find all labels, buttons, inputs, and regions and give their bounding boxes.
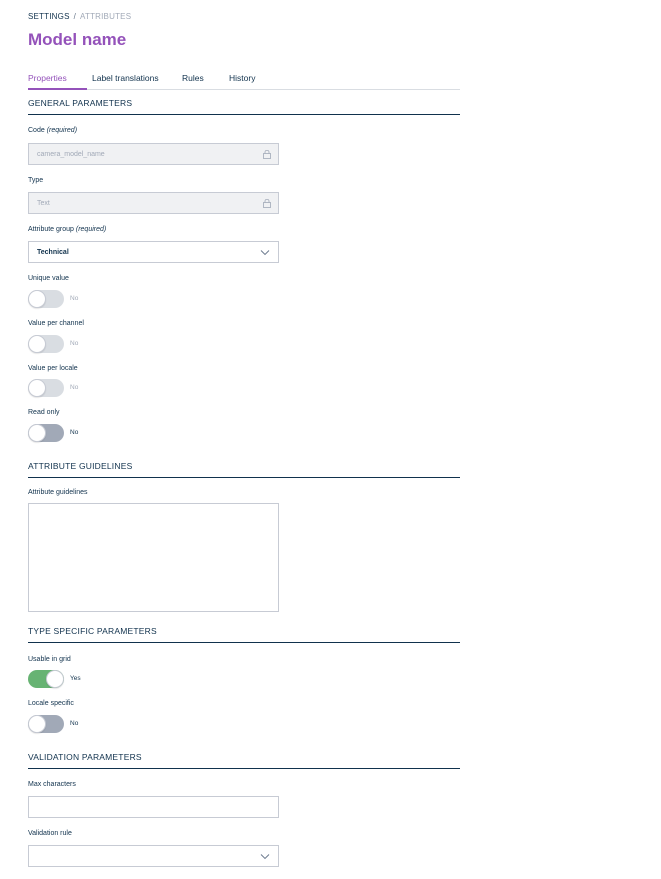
tab-rules[interactable]: Rules — [182, 73, 204, 90]
attribute-group-value: Technical — [37, 248, 69, 256]
toggle-knob — [28, 379, 46, 397]
unique-value-toggle[interactable] — [28, 290, 64, 308]
section-validation-parameters: Validation parameters — [28, 751, 460, 769]
attribute-group-label: Attribute group (required) — [28, 226, 107, 233]
section-type-specific-parameters: Type specific parameters — [28, 625, 460, 643]
value-per-locale-toggle[interactable] — [28, 379, 64, 397]
usable-in-grid-toggle[interactable] — [28, 670, 64, 688]
tab-properties[interactable]: Properties — [28, 73, 87, 90]
locale-specific-toggle[interactable] — [28, 715, 64, 733]
code-label: Code (required) — [28, 127, 78, 134]
breadcrumb-attributes-link[interactable]: Attributes — [80, 12, 131, 21]
value-per-channel-label: Value per channel — [28, 320, 84, 327]
value-per-locale-label: Value per locale — [28, 365, 78, 372]
chevron-down-icon — [260, 250, 270, 256]
toggle-knob — [28, 715, 46, 733]
unique-value-label: Unique value — [28, 275, 69, 282]
attribute-guidelines-textarea[interactable] — [28, 503, 279, 612]
locale-specific-label: Locale specific — [28, 700, 74, 707]
validation-rule-label: Validation rule — [28, 830, 72, 837]
read-only-toggle[interactable] — [28, 424, 64, 442]
lock-icon — [263, 199, 271, 208]
max-characters-input[interactable] — [28, 796, 279, 818]
read-only-state: No — [70, 429, 79, 436]
toggle-knob — [28, 335, 46, 353]
type-value: Text — [37, 199, 50, 207]
locale-specific-state: No — [70, 720, 79, 727]
tab-label-translations[interactable]: Label translations — [92, 73, 159, 90]
value-per-channel-state: No — [70, 340, 79, 347]
value-per-locale-state: No — [70, 384, 79, 391]
max-characters-label: Max characters — [28, 781, 76, 788]
tab-history[interactable]: History — [229, 73, 255, 90]
tab-bar: Properties Label translations Rules Hist… — [28, 70, 460, 90]
toggle-knob — [28, 424, 46, 442]
section-attribute-guidelines: Attribute guidelines — [28, 460, 460, 478]
breadcrumb-settings-link[interactable]: Settings — [28, 12, 70, 21]
type-label: Type — [28, 177, 44, 184]
unique-value-state: No — [70, 295, 79, 302]
toggle-knob — [28, 290, 46, 308]
type-input[interactable]: Text — [28, 192, 279, 214]
attribute-group-select[interactable]: Technical — [28, 241, 279, 263]
code-input[interactable]: camera_model_name — [28, 143, 279, 165]
attribute-guidelines-label: Attribute guidelines — [28, 489, 88, 496]
usable-in-grid-label: Usable in grid — [28, 656, 71, 663]
usable-in-grid-state: Yes — [70, 675, 81, 682]
breadcrumb: Settings / Attributes — [28, 12, 131, 21]
code-value: camera_model_name — [37, 150, 105, 158]
read-only-label: Read only — [28, 409, 60, 416]
value-per-channel-toggle[interactable] — [28, 335, 64, 353]
validation-rule-select[interactable] — [28, 845, 279, 867]
lock-icon — [263, 150, 271, 159]
toggle-knob — [46, 670, 64, 688]
chevron-down-icon — [260, 854, 270, 860]
section-general-parameters: General parameters — [28, 97, 460, 115]
page-title: Model name — [28, 30, 127, 49]
breadcrumb-separator: / — [73, 12, 77, 21]
